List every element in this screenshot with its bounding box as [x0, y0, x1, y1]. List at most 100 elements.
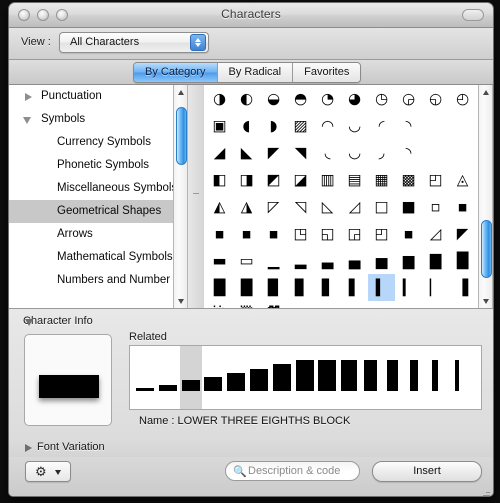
character-cell[interactable]: ▪ [206, 220, 233, 247]
character-cell[interactable]: ◵ [422, 85, 449, 112]
character-cell[interactable]: ▐ [449, 274, 476, 301]
character-cell[interactable]: ◶ [395, 85, 422, 112]
character-cell[interactable]: ◰ [422, 166, 449, 193]
character-cell[interactable]: ▒ [233, 301, 260, 309]
character-cell[interactable]: █ [449, 247, 476, 274]
character-cell[interactable]: ▇ [422, 247, 449, 274]
character-cell[interactable]: ◩ [260, 166, 287, 193]
search-field[interactable]: 🔍 Description & code [225, 461, 360, 481]
character-cell[interactable]: ◡ [341, 112, 368, 139]
scroll-down-arrow-icon[interactable] [479, 294, 493, 308]
category-list[interactable]: Punctuation Symbols Currency Symbols Phonet… [9, 85, 188, 308]
character-cell[interactable]: ▁ [260, 247, 287, 274]
character-cell[interactable]: ◞ [368, 139, 395, 166]
toolbar-toggle-button[interactable] [462, 9, 484, 21]
related-character-cell[interactable] [248, 346, 270, 409]
character-cell[interactable]: ◷ [368, 85, 395, 112]
related-characters-strip[interactable] [129, 345, 482, 410]
character-cell[interactable]: ◪ [287, 166, 314, 193]
disclosure-triangle-icon[interactable] [25, 319, 33, 326]
character-cell[interactable]: █ [206, 274, 233, 301]
tab-by-radical[interactable]: By Radical [217, 63, 294, 82]
scroll-down-arrow-icon[interactable] [174, 294, 189, 308]
grid-scrollbar[interactable] [478, 85, 493, 308]
sidebar-item-phonetic-symbols[interactable]: Phonetic Symbols [9, 154, 188, 177]
insert-button[interactable]: Insert [372, 461, 482, 482]
category-scrollbar[interactable] [173, 85, 188, 308]
character-cell[interactable]: ◬ [449, 166, 476, 193]
resize-grip[interactable] [479, 488, 491, 496]
related-character-cell[interactable] [157, 346, 179, 409]
character-cell[interactable]: ▭ [233, 247, 260, 274]
related-character-cell[interactable] [271, 346, 293, 409]
character-cell[interactable]: ◮ [233, 193, 260, 220]
related-character-cell[interactable] [202, 346, 224, 409]
related-character-cell[interactable] [362, 346, 384, 409]
character-cell[interactable]: ◧ [206, 166, 233, 193]
character-cell[interactable]: ▨ [287, 112, 314, 139]
character-cell[interactable]: ◸ [260, 193, 287, 220]
character-cell[interactable]: ▣ [206, 112, 233, 139]
disclosure-triangle-icon[interactable] [23, 117, 31, 124]
related-character-cell[interactable] [316, 346, 338, 409]
character-cell[interactable]: ◺ [314, 193, 341, 220]
character-cell[interactable]: ◤ [260, 139, 287, 166]
character-cell[interactable]: ▌ [341, 274, 368, 301]
character-cell[interactable]: ◤ [449, 220, 476, 247]
character-cell[interactable]: ▬ [206, 247, 233, 274]
character-cell[interactable]: ◕ [341, 85, 368, 112]
character-cell[interactable]: ▆ [395, 247, 422, 274]
related-character-cell[interactable] [408, 346, 430, 409]
related-character-cell[interactable] [134, 346, 156, 409]
character-cell[interactable]: ▪ [233, 220, 260, 247]
character-cell[interactable]: ▥ [314, 166, 341, 193]
character-cell[interactable]: ░ [206, 301, 233, 309]
character-cell[interactable]: ▩ [395, 166, 422, 193]
character-cell[interactable]: ◠ [314, 112, 341, 139]
sidebar-item-arrows[interactable]: Arrows [9, 223, 188, 246]
character-cell[interactable]: ◝ [395, 112, 422, 139]
character-cell[interactable]: ◴ [449, 85, 476, 112]
character-cell[interactable]: ◣ [233, 139, 260, 166]
character-cell[interactable]: ▄ [341, 247, 368, 274]
character-cell[interactable]: ▏ [422, 274, 449, 301]
scroll-up-arrow-icon[interactable] [479, 85, 493, 99]
character-cell[interactable]: ▅ [368, 247, 395, 274]
sidebar-item-currency-symbols[interactable]: Currency Symbols [9, 131, 188, 154]
character-cell[interactable]: ◖ [233, 112, 260, 139]
scrollbar-thumb[interactable] [176, 106, 187, 166]
character-cell[interactable]: ◰ [368, 220, 395, 247]
character-cell[interactable]: ▍ [368, 274, 395, 301]
character-cell[interactable]: ◗ [260, 112, 287, 139]
character-cell[interactable]: ▪ [260, 220, 287, 247]
disclosure-triangle-icon[interactable] [25, 93, 32, 101]
character-cell[interactable]: ◿ [341, 193, 368, 220]
character-cell[interactable]: ▊ [287, 274, 314, 301]
related-character-cell[interactable] [430, 346, 452, 409]
character-cell[interactable]: ◝ [395, 139, 422, 166]
scroll-up-arrow-icon[interactable] [174, 85, 189, 99]
character-cell[interactable]: ■ [395, 193, 422, 220]
character-cell[interactable]: ◭ [206, 193, 233, 220]
character-cell[interactable]: ▎ [395, 274, 422, 301]
character-cell[interactable]: ▓ [260, 301, 287, 309]
character-grid[interactable]: ◑ ◐ ◒ ◓ ◔ ◕ ◷ ◶ ◵ ◴ ▣ ◖ ◗ ▨ ◠ ◡ ◜ ◝ ◢ ◣ ◤ ◥ ◟ ◡ ◞ ◝ ◧ ◨ ◩ ◪ ▥ ▤ ▦ ▩ ◰ ◬ ◭ ◮ ◸ ◹… [204, 85, 493, 308]
related-character-cell[interactable] [225, 346, 247, 409]
character-cell[interactable]: ◔ [314, 85, 341, 112]
split-divider[interactable] [188, 85, 204, 308]
character-cell[interactable]: ▋ [314, 274, 341, 301]
disclosure-triangle-icon[interactable] [25, 444, 32, 452]
sidebar-item-miscellaneous-symbols[interactable]: Miscellaneous Symbols [9, 177, 188, 200]
character-cell[interactable]: ◜ [368, 112, 395, 139]
character-cell[interactable]: ◳ [287, 220, 314, 247]
sidebar-item-mathematical-symbols[interactable]: Mathematical Symbols [9, 246, 188, 269]
character-cell[interactable]: ◲ [341, 220, 368, 247]
character-cell[interactable]: ◑ [206, 85, 233, 112]
tab-favorites[interactable]: Favorites [293, 63, 361, 82]
sidebar-item-numbers-and-number-syr[interactable]: Numbers and Number Syr [9, 269, 188, 292]
character-cell[interactable]: ◢ [206, 139, 233, 166]
character-cell[interactable]: ◥ [287, 139, 314, 166]
character-cell[interactable]: ▃ [314, 247, 341, 274]
character-cell[interactable]: ▪ [449, 193, 476, 220]
character-cell[interactable]: ◡ [341, 139, 368, 166]
